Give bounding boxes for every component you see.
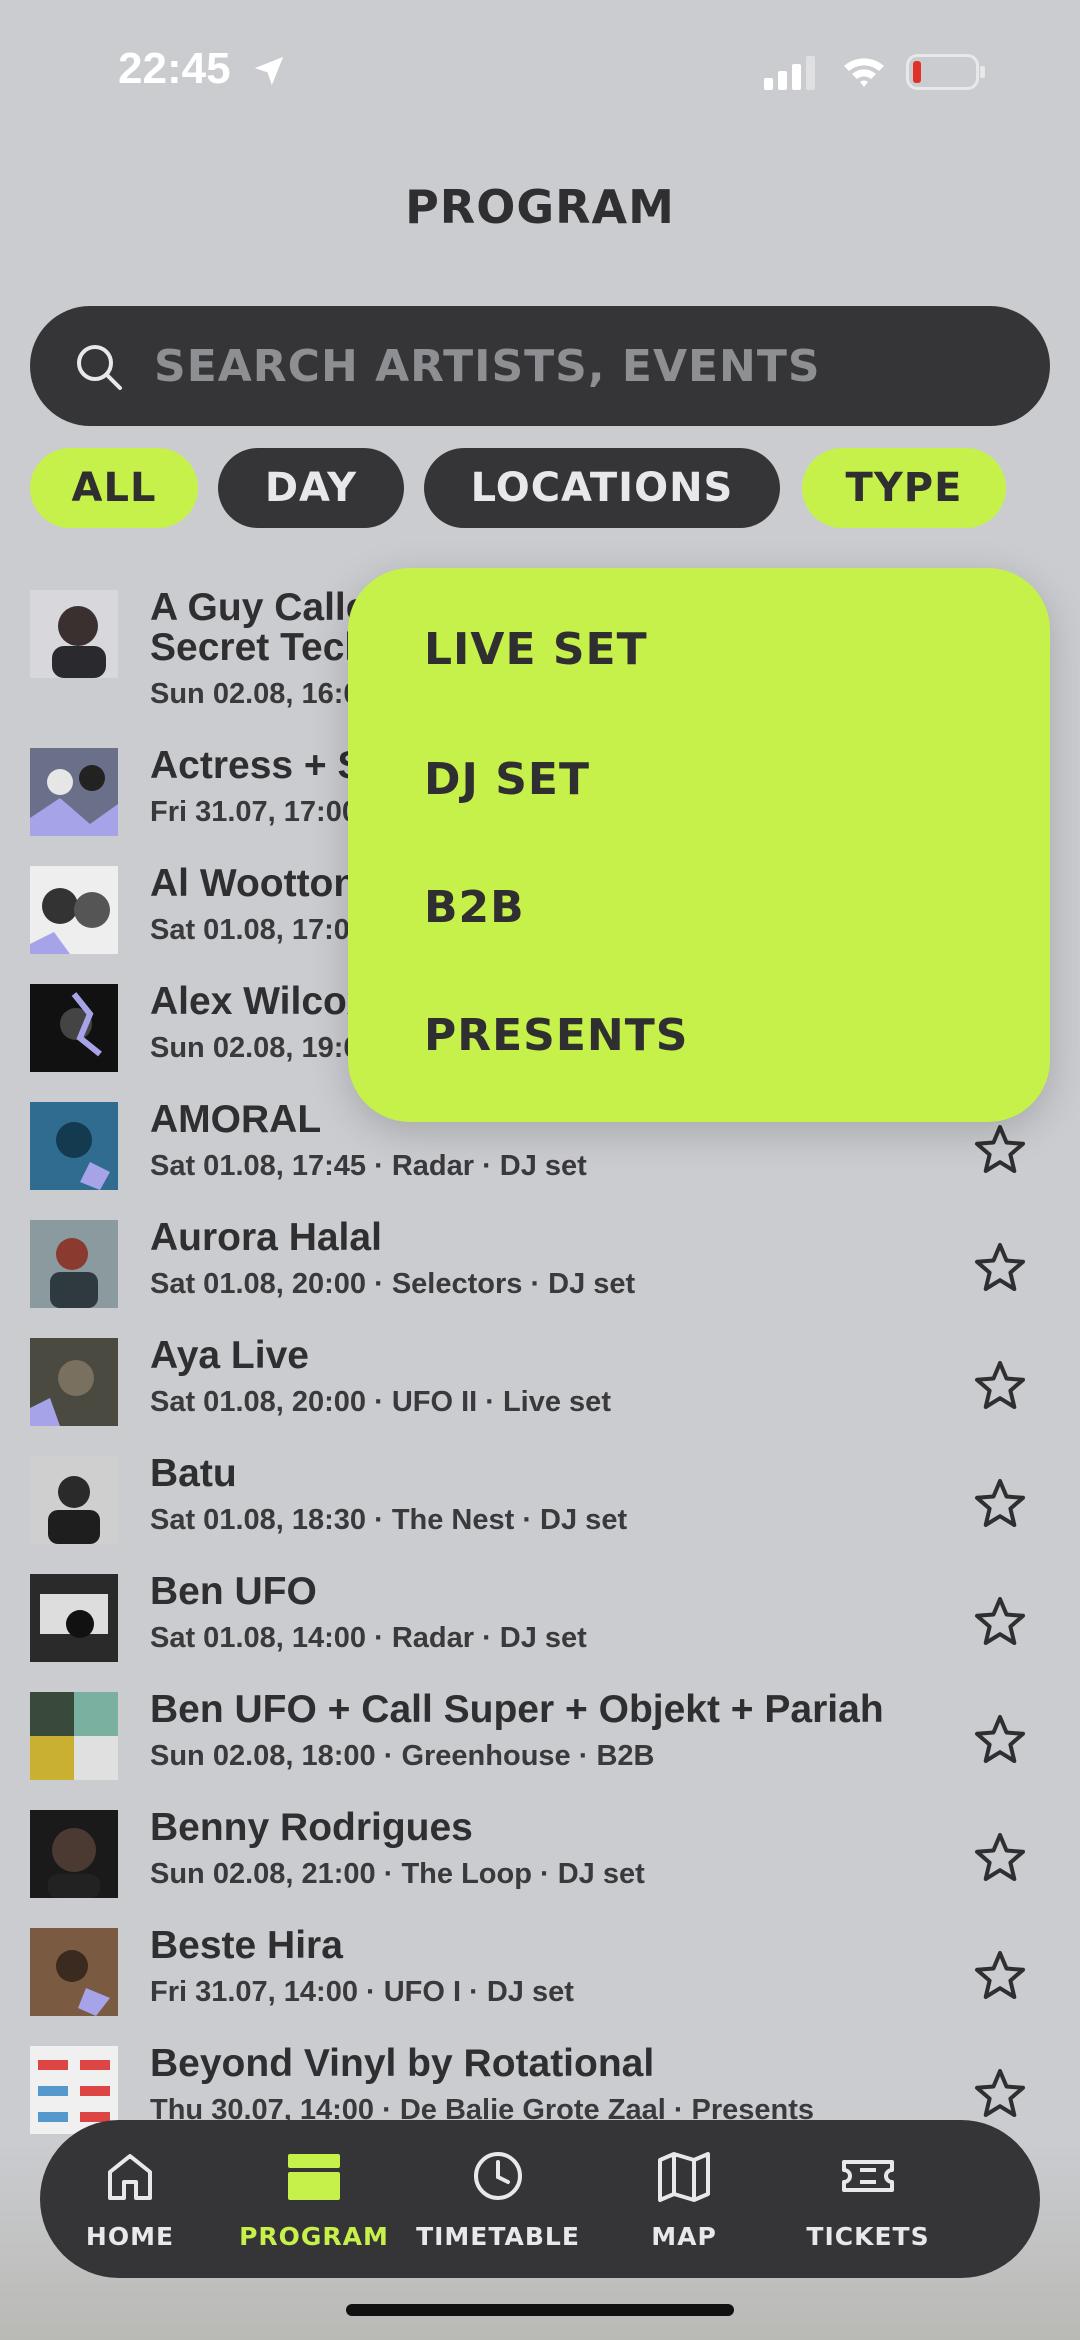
- favorite-star-icon[interactable]: [974, 1478, 1026, 1530]
- event-title: AMORAL: [150, 1098, 322, 1141]
- event-row[interactable]: Aurora Halal Sat 01.08, 20:00 · Selector…: [0, 1206, 1080, 1324]
- event-row[interactable]: Benny Rodrigues Sun 02.08, 21:00 · The L…: [0, 1796, 1080, 1914]
- artist-thumbnail: [30, 1574, 118, 1662]
- artist-thumbnail: [30, 866, 118, 954]
- event-meta: Fri 31.07, 14:00 · UFO I · DJ set: [150, 1976, 574, 2008]
- artist-thumbnail: [30, 1810, 118, 1898]
- event-row[interactable]: Ben UFO + Call Super + Objekt + Pariah S…: [0, 1678, 1080, 1796]
- filter-chip-day[interactable]: DAY: [218, 448, 404, 528]
- event-row[interactable]: Ben UFO Sat 01.08, 14:00 · Radar · DJ se…: [0, 1560, 1080, 1678]
- type-filter-dropdown: LIVE SET DJ SET B2B PRESENTS: [348, 568, 1050, 1122]
- event-title: Batu: [150, 1452, 237, 1495]
- event-title: Beyond Vinyl by Rotational: [150, 2042, 655, 2085]
- program-icon: [288, 2154, 340, 2200]
- favorite-star-icon[interactable]: [974, 1832, 1026, 1884]
- filter-chip-locations[interactable]: LOCATIONS: [424, 448, 780, 528]
- artist-thumbnail: [30, 1102, 118, 1190]
- search-input[interactable]: [154, 336, 1014, 396]
- filter-chip-type[interactable]: TYPE: [802, 448, 1006, 528]
- event-title: Beste Hira: [150, 1924, 343, 1967]
- search-icon: [77, 345, 122, 390]
- event-meta: Sat 01.08, 17:00: [150, 914, 367, 946]
- artist-thumbnail: [30, 590, 118, 678]
- battery-icon: [906, 54, 985, 90]
- artist-thumbnail: [30, 1692, 118, 1780]
- map-icon: [658, 2152, 710, 2202]
- nav-item-map[interactable]: MAP: [594, 2120, 774, 2278]
- search-bar[interactable]: [30, 306, 1050, 426]
- cellular-signal-icon: [764, 56, 815, 90]
- favorite-star-icon[interactable]: [974, 1714, 1026, 1766]
- nav-item-program[interactable]: PROGRAM: [224, 2120, 404, 2278]
- page-title: PROGRAM: [405, 180, 675, 234]
- nav-label-map: MAP: [651, 2222, 717, 2251]
- favorite-star-icon[interactable]: [974, 1950, 1026, 2002]
- event-title: Ben UFO: [150, 1570, 317, 1613]
- dropdown-option-presents[interactable]: PRESENTS: [424, 1010, 688, 1061]
- nav-label-tickets: TICKETS: [806, 2222, 930, 2251]
- favorite-star-icon[interactable]: [974, 1124, 1026, 1176]
- nav-label-program: PROGRAM: [239, 2222, 389, 2251]
- filter-chip-all[interactable]: ALL: [30, 448, 198, 528]
- event-title: Aurora Halal: [150, 1216, 382, 1259]
- event-meta: Sun 02.08, 18:00 · Greenhouse · B2B: [150, 1740, 655, 1772]
- event-meta: Sat 01.08, 17:45 · Radar · DJ set: [150, 1150, 587, 1182]
- artist-thumbnail: [30, 984, 118, 1072]
- event-meta: Sun 02.08, 16:00: [150, 678, 376, 710]
- favorite-star-icon[interactable]: [974, 1242, 1026, 1294]
- bottom-navigation: HOME PROGRAM TIMETABLE MAP TICKETS: [40, 2120, 1040, 2278]
- nav-label-home: HOME: [85, 2222, 175, 2251]
- wifi-icon: [844, 58, 884, 87]
- event-meta: Sat 01.08, 20:00 · UFO II · Live set: [150, 1386, 611, 1418]
- artist-thumbnail: [30, 748, 118, 836]
- event-title: Ben UFO + Call Super + Objekt + Pariah: [150, 1688, 884, 1731]
- artist-thumbnail: [30, 1456, 118, 1544]
- artist-thumbnail: [30, 1220, 118, 1308]
- favorite-star-icon[interactable]: [974, 1360, 1026, 1412]
- location-arrow-icon: [254, 56, 284, 86]
- nav-label-timetable: TIMETABLE: [416, 2222, 580, 2251]
- status-bar: 22:45: [0, 0, 1080, 140]
- event-meta: Sat 01.08, 14:00 · Radar · DJ set: [150, 1622, 587, 1654]
- event-row[interactable]: Aya Live Sat 01.08, 20:00 · UFO II · Liv…: [0, 1324, 1080, 1442]
- dropdown-option-b2b[interactable]: B2B: [424, 882, 525, 933]
- artist-thumbnail: [30, 1338, 118, 1426]
- ticket-icon: [842, 2160, 894, 2192]
- dropdown-option-dj-set[interactable]: DJ SET: [424, 754, 590, 805]
- dropdown-option-live-set[interactable]: LIVE SET: [424, 624, 648, 675]
- event-meta: Fri 31.07, 17:00: [150, 796, 358, 828]
- event-row[interactable]: Batu Sat 01.08, 18:30 · The Nest · DJ se…: [0, 1442, 1080, 1560]
- event-row[interactable]: Beste Hira Fri 31.07, 14:00 · UFO I · DJ…: [0, 1914, 1080, 2032]
- nav-item-tickets[interactable]: TICKETS: [778, 2120, 958, 2278]
- event-meta: Sat 01.08, 20:00 · Selectors · DJ set: [150, 1268, 636, 1300]
- favorite-star-icon[interactable]: [974, 2068, 1026, 2120]
- nav-item-timetable[interactable]: TIMETABLE: [408, 2120, 588, 2278]
- event-meta: Sun 02.08, 21:00 · The Loop · DJ set: [150, 1858, 645, 1890]
- event-title: Benny Rodrigues: [150, 1806, 473, 1849]
- clock-icon: [474, 2152, 522, 2200]
- favorite-star-icon[interactable]: [974, 1596, 1026, 1648]
- event-meta: Sat 01.08, 18:30 · The Nest · DJ set: [150, 1504, 628, 1536]
- event-meta: Sun 02.08, 19:00: [150, 1032, 376, 1064]
- home-icon: [108, 2154, 152, 2200]
- event-title: Aya Live: [150, 1334, 309, 1377]
- status-time: 22:45: [118, 44, 231, 93]
- artist-thumbnail: [30, 1928, 118, 2016]
- home-indicator: [346, 2304, 734, 2316]
- nav-item-home[interactable]: HOME: [40, 2120, 220, 2278]
- event-title: Alex Wilcox: [150, 980, 369, 1023]
